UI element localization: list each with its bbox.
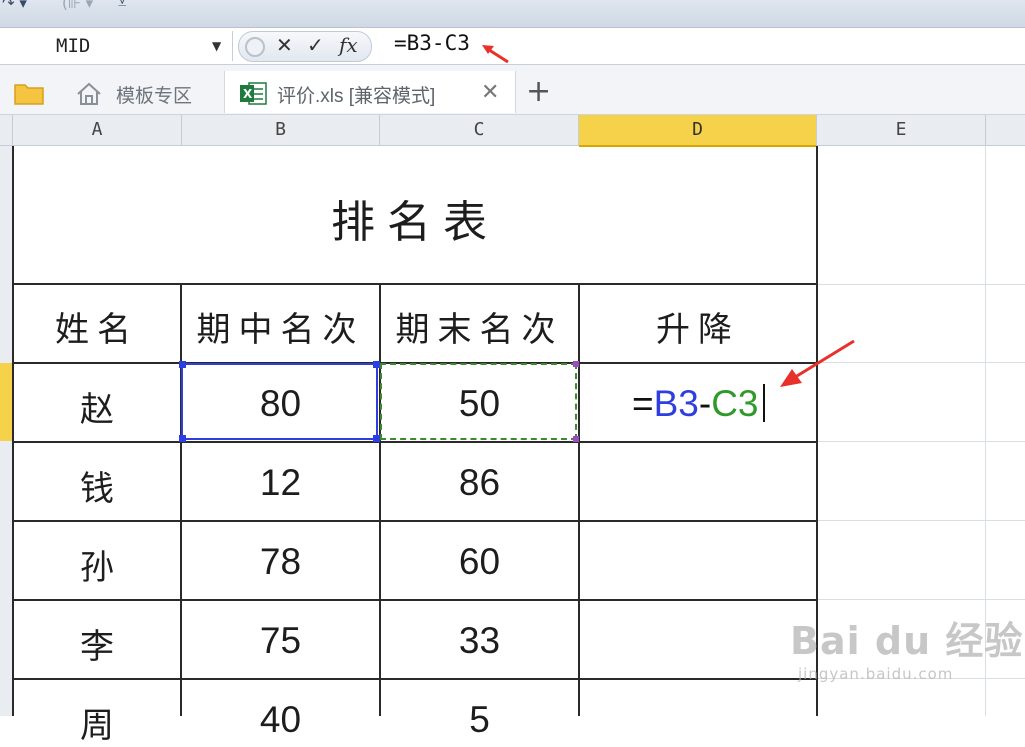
undo-icon[interactable]: (⊪ ▾ xyxy=(62,0,93,12)
baidu-watermark: Bai du 经验 jingyan.baidu.com xyxy=(790,610,1023,683)
home-icon xyxy=(77,82,101,105)
tab-label: 评价.xls [兼容模式] xyxy=(277,86,436,107)
header-final-rank[interactable]: 期末名次 xyxy=(381,302,578,351)
selection-handle[interactable] xyxy=(179,435,186,442)
cell-final[interactable]: 33 xyxy=(381,620,578,662)
selection-handle[interactable] xyxy=(373,435,380,442)
annotation-arrow-icon xyxy=(780,339,855,387)
watermark-brand: Bai du 经验 xyxy=(790,619,1024,663)
column-header-b[interactable]: B xyxy=(182,115,380,145)
cell-midterm[interactable]: 75 xyxy=(182,620,379,662)
formula-minus: - xyxy=(698,383,712,424)
column-header-d[interactable]: D xyxy=(579,115,817,147)
annotation-arrow-icon xyxy=(482,45,509,64)
name-box[interactable]: MID ▼ xyxy=(0,31,233,61)
chevron-down-icon[interactable]: ▼ xyxy=(212,39,221,53)
cell-name[interactable]: 钱 xyxy=(14,461,180,510)
gridline xyxy=(818,284,1025,285)
table-border xyxy=(12,520,818,522)
table-border xyxy=(12,678,818,680)
column-header-f[interactable] xyxy=(986,115,1025,145)
column-header-a[interactable]: A xyxy=(13,115,182,145)
gridline xyxy=(818,599,1025,600)
cell-final[interactable]: 60 xyxy=(381,541,578,583)
cell-d3-editor[interactable]: =B3-C3 xyxy=(632,383,765,425)
table-border xyxy=(12,441,818,443)
formula-ref-c3: C3 xyxy=(711,383,759,424)
name-box-value: MID xyxy=(56,35,91,57)
cell-midterm[interactable]: 12 xyxy=(182,462,379,504)
header-name[interactable]: 姓名 xyxy=(14,302,180,351)
formula-buttons: ✕ ✓ fx xyxy=(238,31,372,62)
selection-handle[interactable] xyxy=(179,361,186,368)
tab-template-zone[interactable]: 模板专区 xyxy=(62,71,225,113)
formula-input[interactable]: =B3-C3 xyxy=(394,31,470,55)
reference-highlight-b3 xyxy=(179,361,380,442)
zoom-circle-icon xyxy=(245,37,265,57)
redo-icon[interactable]: ↷ ▾ xyxy=(2,0,27,12)
cell-name[interactable]: 赵 xyxy=(14,382,180,431)
cell-midterm[interactable]: 78 xyxy=(182,541,379,583)
table-border xyxy=(12,283,818,285)
formula-ref-b3: B3 xyxy=(653,383,699,424)
cell-final[interactable]: 86 xyxy=(381,462,578,504)
cell-final[interactable]: 5 xyxy=(381,699,578,741)
reference-highlight-c3 xyxy=(380,361,579,442)
add-tab-icon[interactable]: + xyxy=(526,74,551,109)
table-border xyxy=(12,599,818,601)
folder-icon[interactable] xyxy=(14,81,44,105)
cell-name[interactable]: 孙 xyxy=(14,540,180,589)
cell-midterm[interactable]: 40 xyxy=(182,699,379,741)
enter-check-icon[interactable]: ✓ xyxy=(307,33,324,57)
cancel-icon[interactable]: ✕ xyxy=(276,33,293,57)
column-header-c[interactable]: C xyxy=(380,115,579,145)
cell-name[interactable]: 李 xyxy=(14,619,180,668)
cell-name[interactable]: 周 xyxy=(14,698,180,747)
gridline xyxy=(818,520,1025,521)
tab-label: 模板专区 xyxy=(116,86,193,107)
watermark-url: jingyan.baidu.com xyxy=(798,665,954,683)
document-tab-bar: 模板专区 X 评价.xls [兼容模式] ✕ + xyxy=(0,65,1025,115)
formula-equals: = xyxy=(632,383,654,424)
text-caret xyxy=(762,384,765,422)
insert-function-icon[interactable]: fx xyxy=(339,33,358,57)
quick-access-toolbar: ↷ ▾ (⊪ ▾ ⩡ xyxy=(0,0,1025,28)
column-header-e[interactable]: E xyxy=(817,115,986,145)
svg-text:X: X xyxy=(243,87,253,101)
column-header-row: A B C D E xyxy=(0,115,1025,147)
selection-handle[interactable] xyxy=(373,361,380,368)
sheet-title[interactable]: 排名表 xyxy=(14,186,816,250)
close-tab-icon[interactable]: ✕ xyxy=(481,79,499,105)
excel-icon: X xyxy=(240,82,267,105)
selection-handle[interactable] xyxy=(573,436,579,442)
gridline xyxy=(818,441,1025,442)
select-all-corner[interactable] xyxy=(0,115,13,145)
selection-handle[interactable] xyxy=(573,361,579,367)
customize-toolbar-icon[interactable]: ⩡ xyxy=(118,0,126,12)
tab-evaluation-xls[interactable]: X 评价.xls [兼容模式] ✕ xyxy=(225,71,516,113)
header-midterm-rank[interactable]: 期中名次 xyxy=(182,302,379,351)
